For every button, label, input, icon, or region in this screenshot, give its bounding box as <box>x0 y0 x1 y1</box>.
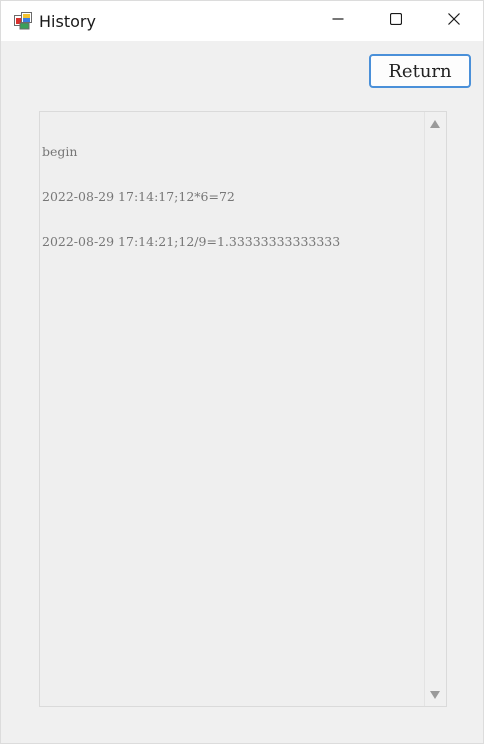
history-line: begin <box>42 144 78 159</box>
minimize-icon <box>332 12 344 30</box>
history-line: 2022-08-29 17:14:21;12/9=1.3333333333333… <box>42 234 341 249</box>
window-title: History <box>39 12 96 31</box>
history-textbox[interactable]: begin 2022-08-29 17:14:17;12*6=72 2022-0… <box>39 111 447 707</box>
scroll-up-arrow-icon[interactable] <box>430 120 440 128</box>
close-icon <box>448 12 460 30</box>
history-text: begin 2022-08-29 17:14:17;12*6=72 2022-0… <box>42 114 424 279</box>
history-window: History Return begin 2022-08-29 17:14:17… <box>0 0 484 744</box>
minimize-button[interactable] <box>309 1 367 41</box>
maximize-icon <box>389 12 403 30</box>
vertical-scrollbar[interactable] <box>424 112 446 706</box>
scroll-down-arrow-icon[interactable] <box>430 691 440 699</box>
maximize-button[interactable] <box>367 1 425 41</box>
close-button[interactable] <box>425 1 483 41</box>
history-line: 2022-08-29 17:14:17;12*6=72 <box>42 189 235 204</box>
title-bar[interactable]: History <box>1 1 483 41</box>
return-button[interactable]: Return <box>369 54 471 88</box>
app-icon <box>14 12 32 30</box>
